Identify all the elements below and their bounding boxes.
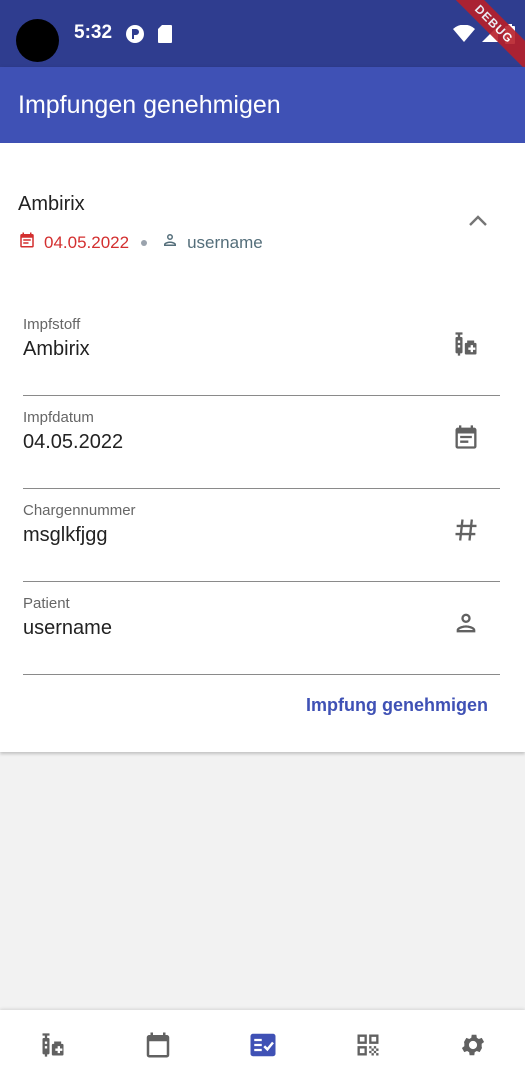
status-bar: 5:32 DEBUG [0, 0, 525, 78]
hash-icon [452, 516, 480, 544]
calendar-icon [18, 231, 36, 254]
patient-field[interactable]: Patient username [23, 595, 500, 675]
field-value: username [23, 617, 112, 639]
nav-item-approvals[interactable] [233, 1018, 293, 1078]
page-title: Impfungen genehmigen [18, 91, 281, 119]
person-icon [452, 609, 480, 637]
field-label: Chargennummer [23, 502, 136, 519]
calendar-icon [452, 423, 480, 451]
qr-code-icon [354, 1031, 382, 1064]
nav-item-qr-code[interactable] [338, 1018, 398, 1078]
card-date: 04.05.2022 [44, 232, 130, 252]
bottom-navigation [0, 1010, 525, 1085]
field-value: Ambirix [23, 338, 90, 360]
vaccine-icon [39, 1031, 67, 1064]
approve-vaccination-button[interactable]: Impfung genehmigen [306, 695, 488, 716]
calendar-icon [143, 1030, 173, 1065]
card-user: username [187, 232, 263, 252]
sd-card-icon [157, 24, 173, 49]
nav-item-settings[interactable] [443, 1018, 503, 1078]
field-value: msglkfjgg [23, 524, 108, 546]
camera-cutout [16, 19, 59, 62]
data-saver-icon [125, 24, 145, 49]
nav-item-vaccines[interactable] [23, 1018, 83, 1078]
status-time: 5:32 [74, 22, 113, 43]
status-left-icons [125, 24, 173, 49]
card-title: Ambirix [18, 193, 85, 215]
person-icon [161, 231, 179, 254]
vaccine-field[interactable]: Impfstoff Ambirix [23, 316, 500, 396]
chevron-up-icon [468, 214, 488, 233]
collapse-button[interactable] [462, 207, 494, 239]
field-label: Impfdatum [23, 409, 94, 426]
card-subtitle: 04.05.2022 username [18, 231, 263, 254]
app-bar: Impfungen genehmigen [0, 67, 525, 143]
field-label: Impfstoff [23, 316, 81, 333]
vaccine-icon [452, 330, 480, 358]
nav-item-calendar[interactable] [128, 1018, 188, 1078]
wifi-icon [453, 24, 475, 48]
separator-dot [141, 239, 148, 246]
batch-number-field[interactable]: Chargennummer msglkfjgg [23, 502, 500, 582]
field-label: Patient [23, 595, 70, 612]
approval-list-icon [248, 1030, 278, 1065]
date-field[interactable]: Impfdatum 04.05.2022 [23, 409, 500, 489]
vaccination-card: Ambirix 04.05.2022 username Impfstoff Am… [0, 143, 525, 752]
settings-icon [459, 1031, 487, 1064]
field-value: 04.05.2022 [23, 431, 124, 453]
